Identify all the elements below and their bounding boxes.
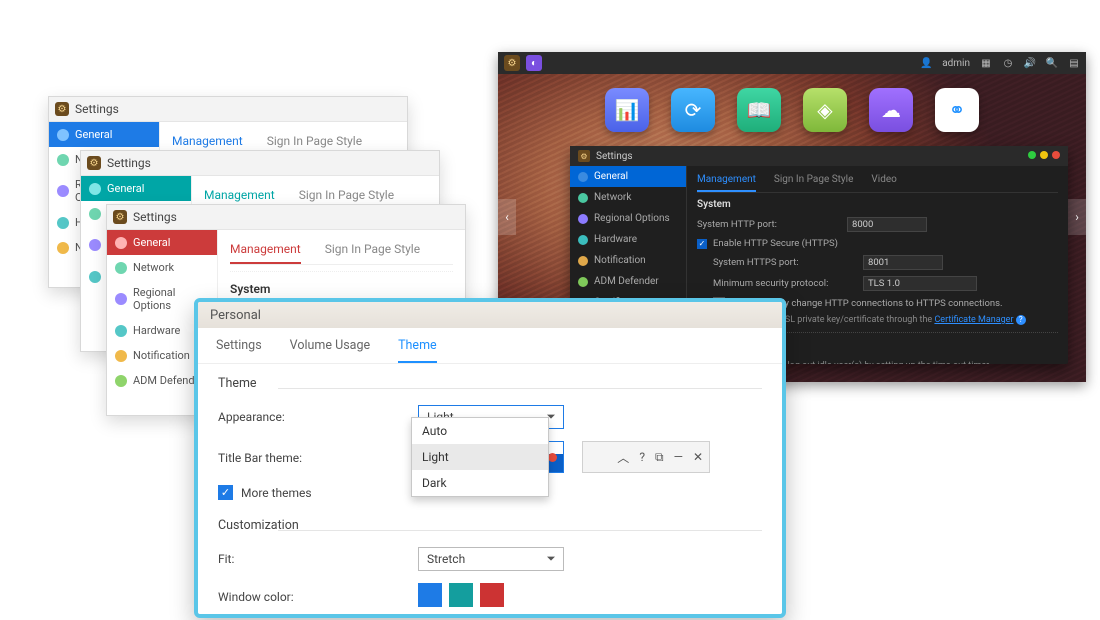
- dock-app-library[interactable]: 📖: [737, 88, 781, 132]
- http-port-label: System HTTP port:: [697, 219, 847, 230]
- sidebar-item-general[interactable]: General: [81, 176, 191, 201]
- sidebar-item-general[interactable]: General: [570, 166, 686, 187]
- window-traffic-lights[interactable]: [1024, 151, 1060, 162]
- tab-volume-usage[interactable]: Volume Usage: [290, 338, 370, 363]
- user-icon[interactable]: 👤: [920, 57, 932, 69]
- help-icon[interactable]: ?: [1016, 315, 1026, 325]
- settings-title: Settings: [75, 102, 119, 116]
- traffic-red-icon: [548, 453, 557, 462]
- dark-settings-titlebar[interactable]: ⚙ Settings: [570, 146, 1068, 166]
- window-restore-icon: ⧉: [655, 450, 664, 465]
- question-icon: ?: [639, 450, 645, 464]
- personal-title: Personal: [210, 308, 261, 323]
- legend-theme: Theme: [218, 376, 257, 391]
- tab-settings[interactable]: Settings: [216, 338, 262, 363]
- gear-icon: ⚙: [578, 150, 590, 162]
- grid-icon[interactable]: ▦: [980, 57, 992, 69]
- dock-app-files[interactable]: ◈: [803, 88, 847, 132]
- fit-select[interactable]: Stretch: [418, 547, 564, 571]
- gear-icon: ⚙: [113, 210, 127, 224]
- close-icon: ✕: [693, 450, 703, 464]
- sidebar-item-general[interactable]: General: [49, 122, 159, 147]
- min-proto-label: Minimum security protocol:: [697, 278, 863, 289]
- sidebar-item-network[interactable]: Network: [570, 187, 686, 208]
- window-color-swatch[interactable]: [480, 583, 504, 607]
- window-color-swatch[interactable]: [418, 583, 442, 607]
- appearance-option-light[interactable]: Light: [412, 444, 548, 470]
- tab-management[interactable]: Management: [230, 238, 301, 264]
- tab-management[interactable]: Management: [697, 172, 756, 192]
- clock-icon[interactable]: ◷: [1002, 57, 1014, 69]
- taskbar: ⚙ ◐ 👤 admin ▦ ◷ 🔊 🔍 ▤: [498, 52, 1086, 74]
- dock-app-backup[interactable]: ⟳: [671, 88, 715, 132]
- tab-signin-style[interactable]: Sign In Page Style: [774, 172, 853, 192]
- window-color-swatch[interactable]: [449, 583, 473, 607]
- cert-manager-link[interactable]: Certificate Manager: [934, 315, 1013, 325]
- desktop-next-icon[interactable]: ›: [1068, 199, 1086, 235]
- taskbar-app-settings[interactable]: ⚙: [504, 55, 520, 71]
- settings-title: Settings: [107, 156, 151, 170]
- sidebar-item-adm-defender[interactable]: ADM Defender: [570, 271, 686, 292]
- enable-https-checkbox[interactable]: ✓: [697, 239, 707, 249]
- enable-https-label: Enable HTTP Secure (HTTPS): [713, 238, 838, 249]
- app-dock: 📊 ⟳ 📖 ◈ ☁ ⚭: [498, 88, 1086, 132]
- volume-icon[interactable]: 🔊: [1024, 57, 1036, 69]
- https-port-label: System HTTPS port:: [697, 257, 863, 268]
- tab-theme[interactable]: Theme: [398, 338, 437, 363]
- min-proto-select[interactable]: TLS 1.0: [863, 276, 977, 291]
- caret-up-icon: ︿: [617, 449, 629, 466]
- appearance-option-dark[interactable]: Dark: [412, 470, 548, 496]
- section-system: System: [697, 193, 1058, 214]
- more-themes-checkbox[interactable]: ✓: [218, 485, 233, 500]
- https-port-input[interactable]: 8001: [863, 255, 943, 270]
- sidebar-item-hardware[interactable]: Hardware: [570, 229, 686, 250]
- window-color-label: Window color:: [218, 590, 418, 604]
- gear-icon: ⚙: [55, 102, 69, 116]
- titlebar-preview-light[interactable]: ︿ ? ⧉ — ✕: [582, 441, 710, 473]
- fit-label: Fit:: [218, 552, 418, 566]
- dock-app-photos[interactable]: 📊: [605, 88, 649, 132]
- appearance-dropdown: Auto Light Dark: [411, 417, 549, 497]
- dock-app-network[interactable]: ⚭: [935, 88, 979, 132]
- search-icon[interactable]: 🔍: [1046, 57, 1058, 69]
- sidebar-item-regional[interactable]: Regional Options: [570, 208, 686, 229]
- sidebar-item-network[interactable]: Network: [107, 255, 217, 280]
- legend-customization: Customization: [218, 518, 299, 533]
- titlebar-theme-label: Title Bar theme:: [218, 441, 418, 465]
- http-port-input[interactable]: 8000: [847, 217, 927, 232]
- settings-titlebar[interactable]: ⚙ Settings: [49, 97, 407, 122]
- sidebar-item-notification[interactable]: Notification: [570, 250, 686, 271]
- settings-titlebar[interactable]: ⚙ Settings: [81, 151, 439, 176]
- notify-icon[interactable]: ▤: [1068, 57, 1080, 69]
- appearance-option-auto[interactable]: Auto: [412, 418, 548, 444]
- taskbar-user-label: admin: [942, 58, 970, 69]
- sidebar-item-general[interactable]: General: [107, 230, 217, 255]
- personal-titlebar[interactable]: Personal: [198, 302, 782, 328]
- settings-titlebar[interactable]: ⚙ Settings: [107, 205, 465, 230]
- more-themes-label: More themes: [241, 486, 312, 500]
- gear-icon: ⚙: [87, 156, 101, 170]
- settings-title: Settings: [133, 210, 177, 224]
- taskbar-app-generic[interactable]: ◐: [526, 55, 542, 71]
- dark-settings-title: Settings: [596, 151, 633, 162]
- desktop-prev-icon[interactable]: ‹: [498, 199, 516, 235]
- minimize-icon: —: [674, 450, 683, 464]
- tab-video[interactable]: Video: [871, 172, 896, 192]
- appearance-label: Appearance:: [218, 410, 418, 424]
- dock-app-cloud[interactable]: ☁: [869, 88, 913, 132]
- tab-signin-style[interactable]: Sign In Page Style: [325, 238, 420, 264]
